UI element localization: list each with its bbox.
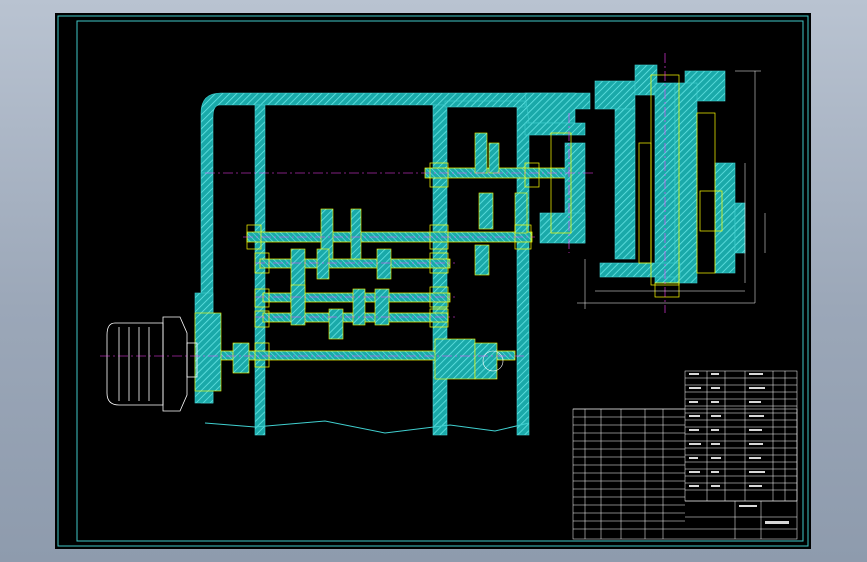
drawing-canvas[interactable] xyxy=(55,13,811,549)
cad-drawing xyxy=(57,15,809,547)
parts-list xyxy=(684,370,798,502)
shaft-end-cap xyxy=(434,338,504,380)
parts-list-text-marks xyxy=(689,373,789,524)
revision-rows xyxy=(573,416,685,522)
break-line xyxy=(204,420,530,434)
parts-list-rows xyxy=(685,377,797,491)
motor xyxy=(106,316,198,412)
